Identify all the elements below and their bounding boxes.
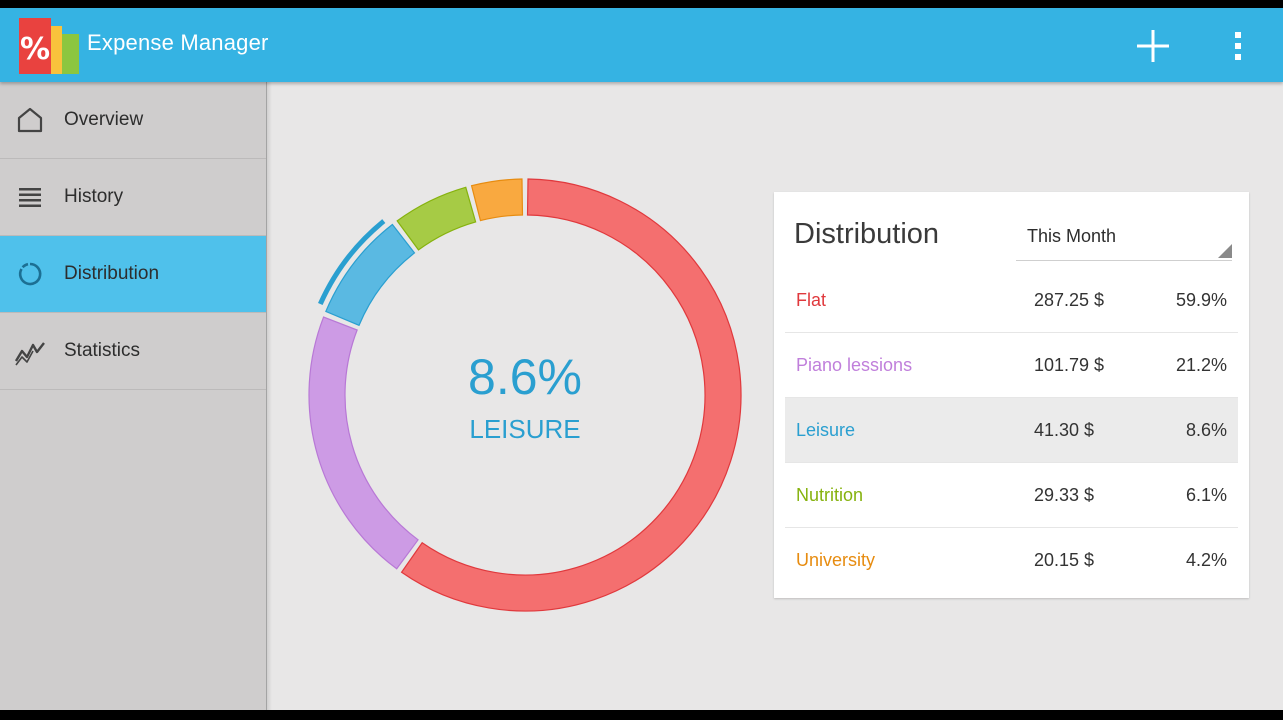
donut-slice-university[interactable]	[470, 178, 524, 222]
category-amount: 20.15 $	[1034, 550, 1095, 570]
overflow-menu-icon[interactable]	[1226, 26, 1250, 66]
category-name: Flat	[796, 290, 827, 310]
category-amount: 287.25 $	[1034, 290, 1105, 310]
trend-icon	[14, 342, 45, 366]
svg-text:%: %	[20, 32, 50, 67]
navigation-drawer: Overview History Distribution Statistics	[0, 82, 267, 710]
plus-icon[interactable]	[1133, 26, 1173, 66]
main-content: 8.6% LEISURE Distribution This Month Fla…	[267, 82, 1283, 710]
category-amount: 41.30 $	[1034, 420, 1095, 440]
distribution-table: Flat 287.25 $ 59.9% Piano lessions 101.7…	[785, 268, 1238, 592]
nav-item-label: Statistics	[64, 340, 141, 361]
table-row[interactable]: Piano lessions 101.79 $ 21.2%	[785, 333, 1238, 398]
drawer-shadow	[266, 82, 272, 710]
period-dropdown[interactable]: This Month	[1016, 218, 1232, 261]
table-row[interactable]: University 20.15 $ 4.2%	[785, 528, 1238, 592]
category-percent: 4.2%	[1185, 550, 1227, 570]
nav-item-history[interactable]: History	[0, 159, 266, 236]
category-percent: 59.9%	[1175, 290, 1227, 310]
category-name: Leisure	[796, 420, 856, 440]
nav-item-label: Distribution	[64, 263, 160, 284]
nav-item-statistics[interactable]: Statistics	[0, 313, 266, 390]
category-percent: 6.1%	[1185, 485, 1227, 505]
donut-slice-leisure[interactable]	[325, 223, 416, 327]
donut-icon	[18, 262, 42, 286]
category-percent: 21.2%	[1175, 355, 1227, 375]
category-name: Piano lessions	[796, 355, 913, 375]
action-bar: % Expense Manager	[0, 8, 1283, 82]
distribution-card: Distribution This Month Flat 287.25 $ 59…	[774, 192, 1249, 598]
app-logo: %	[19, 18, 79, 74]
nav-item-label: Overview	[64, 109, 144, 130]
category-name: Nutrition	[796, 485, 864, 505]
nav-item-label: History	[64, 186, 124, 207]
home-icon	[17, 107, 43, 133]
list-icon	[19, 188, 41, 207]
dropdown-triangle-icon	[1218, 244, 1232, 258]
category-percent: 8.6%	[1185, 420, 1227, 440]
period-value: This Month	[1027, 226, 1117, 246]
selected-category-label: LEISURE	[469, 414, 581, 444]
system-navigation-bar	[0, 710, 1283, 720]
card-title: Distribution	[794, 218, 940, 250]
status-bar	[0, 0, 1283, 8]
category-amount: 29.33 $	[1034, 485, 1095, 505]
table-row[interactable]: Flat 287.25 $ 59.9%	[785, 268, 1238, 333]
nav-item-overview[interactable]: Overview	[0, 82, 266, 159]
table-row[interactable]: Nutrition 29.33 $ 6.1%	[785, 463, 1238, 528]
donut-slice-nutrition[interactable]	[396, 186, 477, 251]
category-amount: 101.79 $	[1034, 355, 1105, 375]
table-row[interactable]: Leisure 41.30 $ 8.6%	[785, 398, 1238, 463]
selected-category-percent: 8.6%	[468, 349, 582, 405]
nav-item-distribution[interactable]: Distribution	[0, 236, 266, 313]
app-title: Expense Manager	[87, 30, 269, 55]
donut-slice-piano-lessions[interactable]	[308, 316, 419, 570]
category-name: University	[796, 550, 876, 570]
